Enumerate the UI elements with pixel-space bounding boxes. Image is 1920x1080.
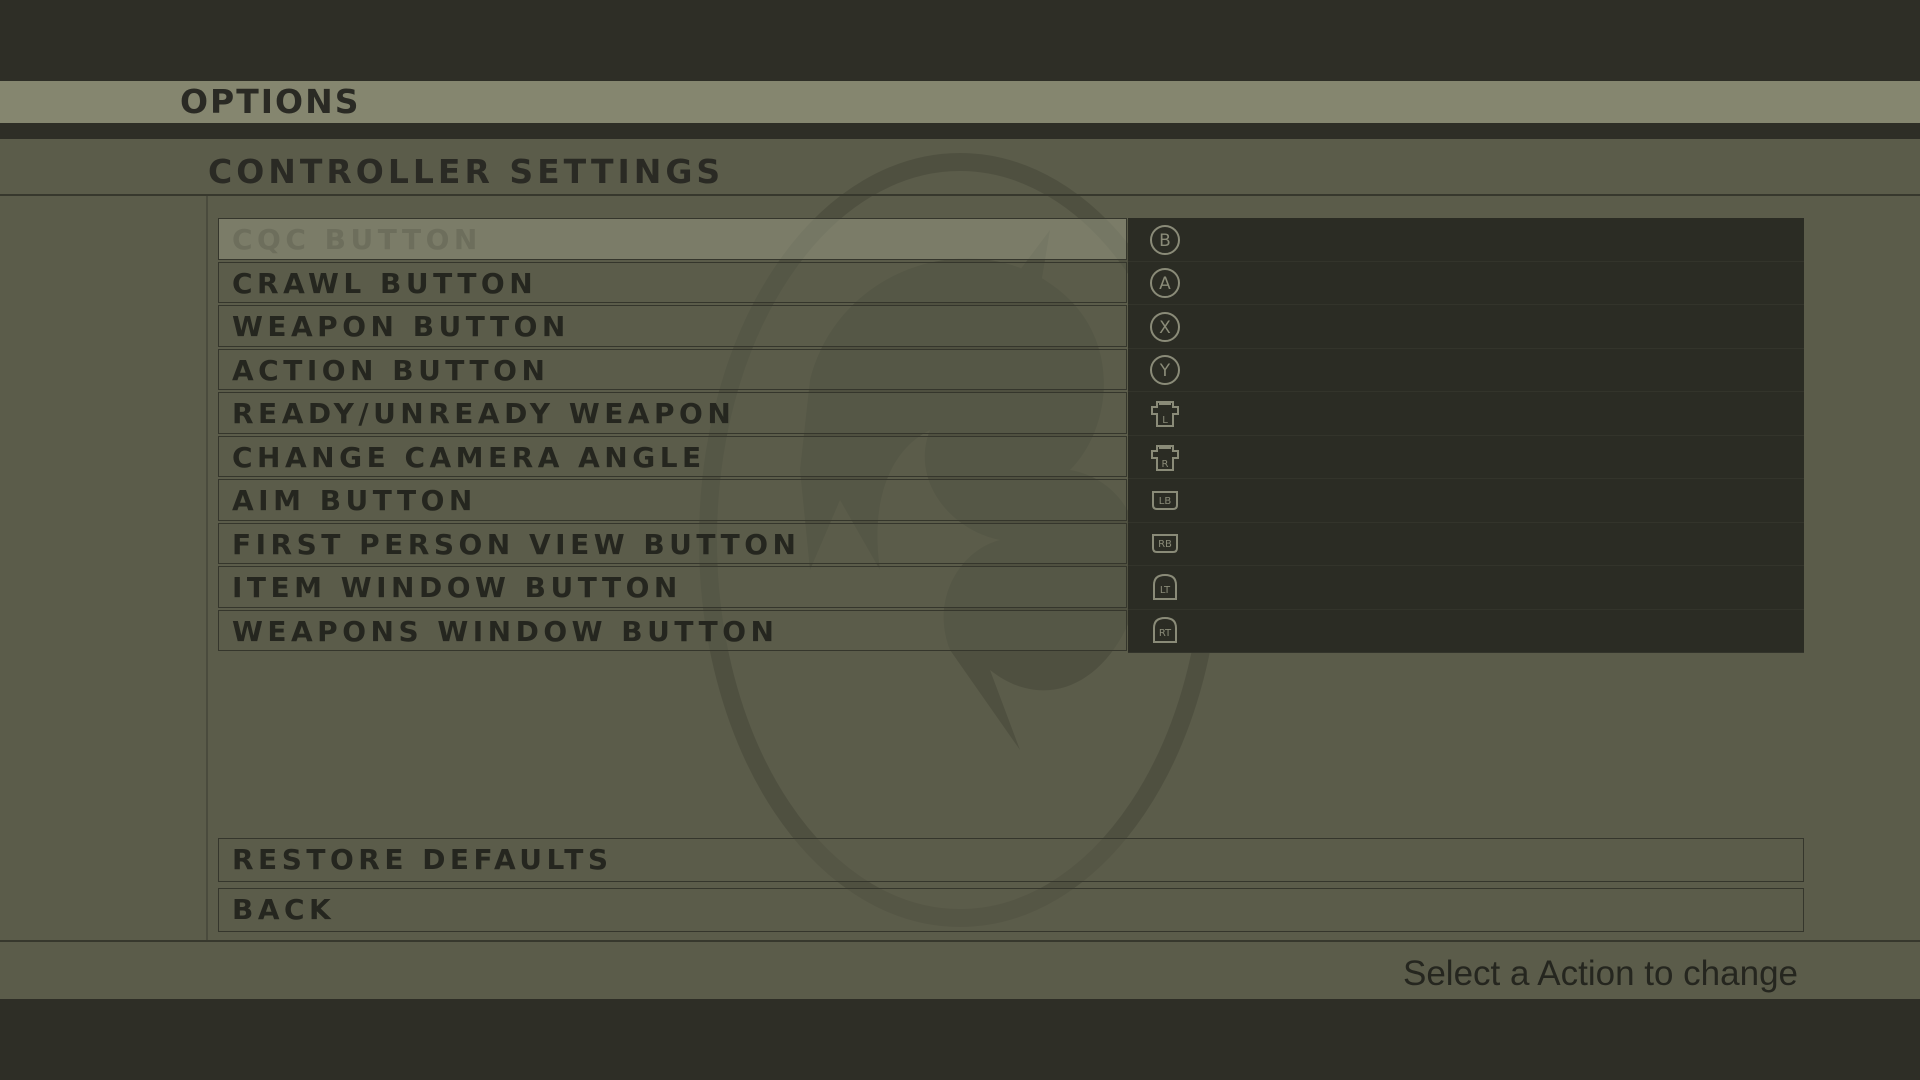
binding-cell[interactable] [1128,218,1804,262]
action-label: AIM BUTTON [232,484,477,517]
glyph-label: RB [1158,539,1172,550]
x-button-icon: X [1150,312,1180,342]
binding-row-weapons-window[interactable]: WEAPONS WINDOW BUTTON [218,609,1804,653]
action-cell[interactable]: CRAWL BUTTON [218,261,1127,303]
binding-row-item-window[interactable]: ITEM WINDOW BUTTON [218,566,1804,610]
action-cell[interactable]: AIM BUTTON [218,479,1127,521]
glyph-label: Y [1159,361,1171,381]
footer-divider [0,940,1920,942]
action-label: ACTION BUTTON [232,353,550,387]
glyph-label: L [1162,415,1168,426]
binding-list: CQC BUTTON CRAWL BUTTON WEAPON BUTTON AC… [218,218,1804,653]
binding-cell[interactable] [1128,261,1804,305]
left-stick-click-icon: L [1151,401,1179,427]
action-label: CQC BUTTON [232,223,482,256]
back-button[interactable]: BACK [218,888,1804,932]
action-label: WEAPON BUTTON [232,310,570,343]
binding-cell[interactable] [1128,566,1804,610]
glyph-label: LT [1160,585,1171,596]
action-label: WEAPONS WINDOW BUTTON [232,614,779,648]
binding-cell[interactable] [1128,392,1804,436]
restore-defaults-button[interactable]: RESTORE DEFAULTS [218,838,1804,882]
binding-cell[interactable] [1128,609,1804,653]
glyph-label: B [1159,231,1171,251]
binding-row-cqc[interactable]: CQC BUTTON [218,218,1804,262]
binding-row-first-person[interactable]: FIRST PERSON VIEW BUTTON [218,522,1804,566]
glyph-label: LB [1159,496,1172,507]
binding-row-camera-angle[interactable]: CHANGE CAMERA ANGLE [218,435,1804,479]
action-cell[interactable]: FIRST PERSON VIEW BUTTON [218,522,1127,564]
help-hint: Select a Action to change [1403,954,1798,993]
action-cell[interactable]: ACTION BUTTON [218,348,1127,390]
y-button-icon: Y [1150,355,1180,385]
rt-trigger-icon: RT [1153,616,1177,643]
section-title: CONTROLLER SETTINGS [208,152,725,191]
glyph-label: R [1162,459,1169,470]
binding-cell[interactable] [1128,522,1804,566]
action-cell[interactable]: WEAPON BUTTON [218,305,1127,347]
section-divider [0,194,1920,196]
binding-row-ready-weapon[interactable]: READY/UNREADY WEAPON [218,392,1804,436]
lt-trigger-icon: LT [1153,573,1177,600]
action-cell[interactable]: WEAPONS WINDOW BUTTON [218,609,1127,651]
action-cell[interactable]: CQC BUTTON [218,218,1127,260]
action-label: FIRST PERSON VIEW BUTTON [232,527,801,561]
binding-row-weapon[interactable]: WEAPON BUTTON [218,305,1804,349]
binding-cell[interactable] [1128,305,1804,349]
glyph-label: X [1159,318,1171,338]
header-divider [0,123,1920,139]
lb-bumper-icon: LB [1152,491,1178,510]
top-letterbox [0,0,1920,81]
action-label: ITEM WINDOW BUTTON [232,571,682,604]
glyph-label: A [1159,274,1171,294]
action-cell[interactable]: READY/UNREADY WEAPON [218,392,1127,434]
action-label: CHANGE CAMERA ANGLE [232,440,706,474]
binding-row-crawl[interactable]: CRAWL BUTTON [218,261,1804,305]
action-label: READY/UNREADY WEAPON [232,397,736,430]
page-title: OPTIONS [180,82,361,121]
action-cell[interactable]: CHANGE CAMERA ANGLE [218,435,1127,477]
binding-row-aim[interactable]: AIM BUTTON [218,479,1804,523]
action-cell[interactable]: ITEM WINDOW BUTTON [218,566,1127,608]
back-label: BACK [232,893,336,926]
action-label: CRAWL BUTTON [232,266,538,300]
binding-cell[interactable] [1128,348,1804,392]
binding-cell[interactable] [1128,479,1804,523]
bottom-letterbox [0,999,1920,1080]
glyph-label: RT [1159,628,1172,639]
a-button-icon: A [1150,268,1180,298]
sidebar-divider [206,196,208,941]
binding-row-action[interactable]: ACTION BUTTON [218,348,1804,392]
restore-defaults-label: RESTORE DEFAULTS [232,843,613,876]
b-button-icon: B [1150,225,1180,255]
binding-cell[interactable] [1128,435,1804,479]
rb-bumper-icon: RB [1152,534,1178,553]
right-stick-click-icon: R [1151,445,1179,471]
